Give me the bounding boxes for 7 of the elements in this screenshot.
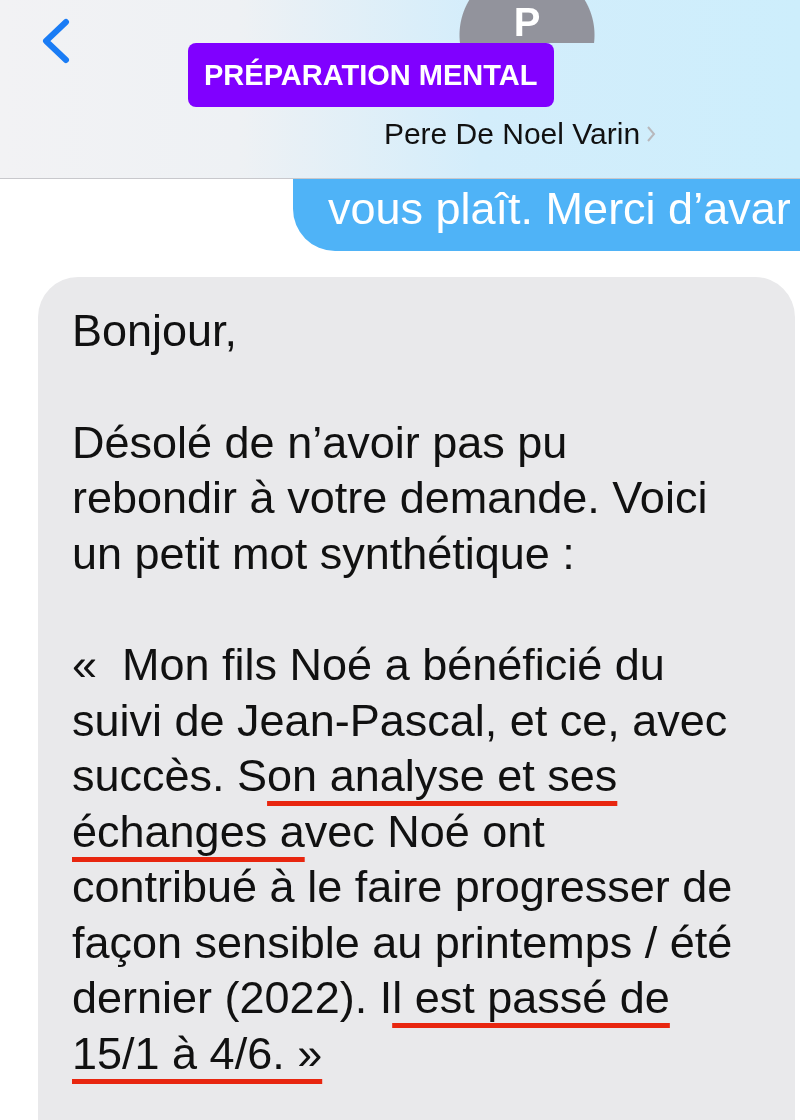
message-text: Bonjour, xyxy=(72,304,239,358)
message-text: Désolé de n’avoir pas pu rebondir à votre demande. Voici un petit mot synthétique : xyxy=(72,415,709,581)
message-text: vous plaît. Merci d’avar xyxy=(328,182,792,236)
back-icon[interactable] xyxy=(40,18,72,64)
contact-name[interactable]: Pere De Noel Varin xyxy=(383,117,641,151)
title-badge: PRÉPARATION MENTAL xyxy=(188,43,554,107)
message-text: « Mon fils Noé a bénéficié du suivi de Jean-Pascal, et ce, avec succès. Son analyse et ses échanges avec Noé ont contribué à le faire progresser de façon sensible au printemps / été dernier (2022). Il est passé de 15/1 à 4/6. » xyxy=(72,638,734,1081)
